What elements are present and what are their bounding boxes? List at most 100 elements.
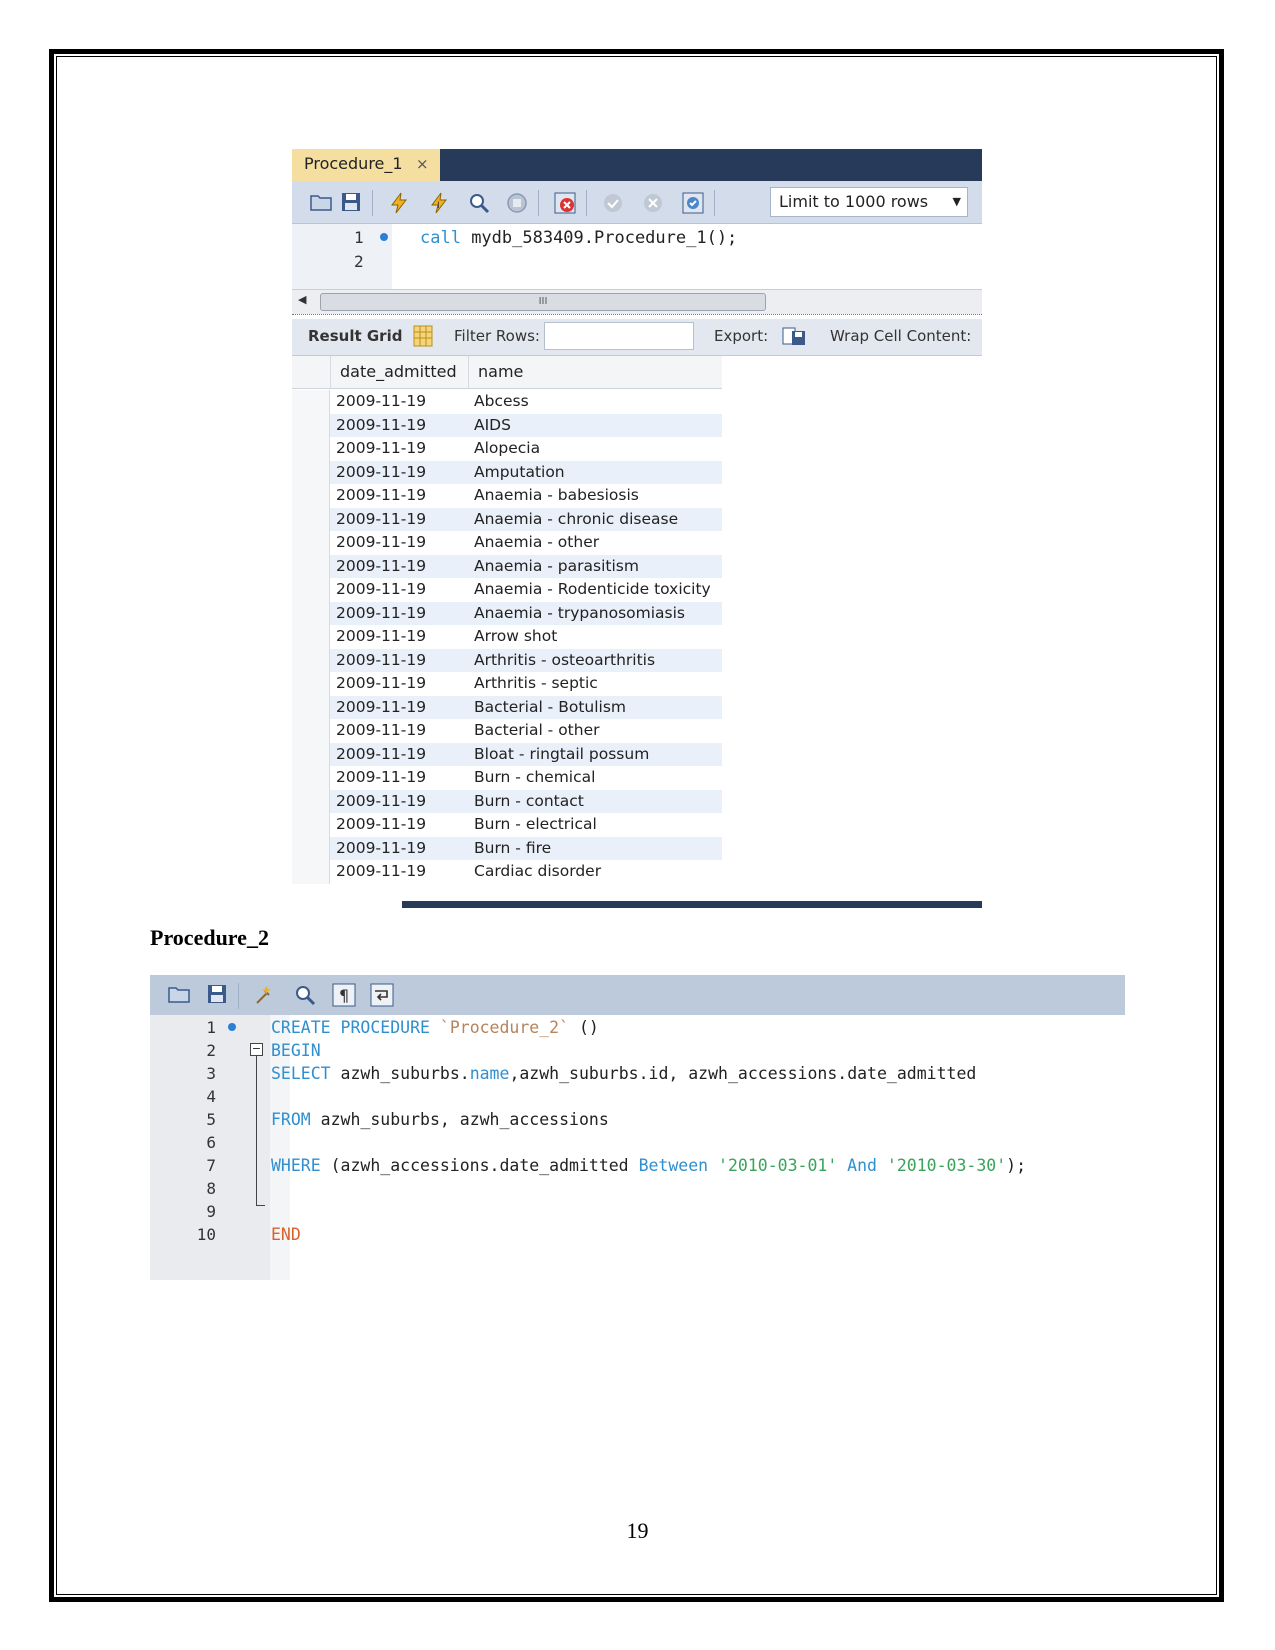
cell-name[interactable]: Anaemia - Rodenticide toxicity [474,578,711,601]
filter-rows-input[interactable] [544,322,694,350]
cell-date-admitted[interactable]: 2009-11-19 [336,602,426,625]
cell-date-admitted[interactable]: 2009-11-19 [336,743,426,766]
cell-date-admitted[interactable]: 2009-11-19 [336,390,426,413]
table-row[interactable]: 2009-11-19 Anaemia - parasitism [292,554,722,578]
cell-name[interactable]: Burn - contact [474,790,584,813]
cell-name[interactable]: Anaemia - parasitism [474,555,639,578]
table-row[interactable]: 2009-11-19 Burn - fire [292,836,722,860]
column-header[interactable]: name [478,362,523,381]
table-row[interactable]: 2009-11-19 Arthritis - osteoarthritis [292,648,722,672]
close-icon[interactable]: × [416,149,429,179]
cell-name[interactable]: Burn - chemical [474,766,595,789]
cell-name[interactable]: Bacterial - Botulism [474,696,626,719]
find-icon[interactable] [294,984,316,1006]
folder-icon[interactable] [310,192,332,214]
row-selector[interactable] [292,719,330,743]
cell-name[interactable]: Alopecia [474,437,540,460]
result-grid-tab[interactable]: Result Grid [308,327,402,345]
row-selector[interactable] [292,742,330,766]
scroll-left-icon[interactable]: ◀ [298,293,306,306]
save-icon[interactable] [340,192,362,214]
table-row[interactable]: 2009-11-19 Arthritis - septic [292,672,722,696]
cell-date-admitted[interactable]: 2009-11-19 [336,508,426,531]
cell-name[interactable]: AIDS [474,414,511,437]
cell-date-admitted[interactable]: 2009-11-19 [336,649,426,672]
cell-name[interactable]: Burn - fire [474,837,551,860]
cell-name[interactable]: Arthritis - osteoarthritis [474,649,655,672]
table-row[interactable]: 2009-11-19 Bacterial - Botulism [292,695,722,719]
row-selector[interactable] [292,460,330,484]
cell-date-admitted[interactable]: 2009-11-19 [336,813,426,836]
save-icon[interactable] [206,984,228,1006]
table-row[interactable]: 2009-11-19 Burn - chemical [292,766,722,790]
cell-date-admitted[interactable]: 2009-11-19 [336,531,426,554]
table-row[interactable]: 2009-11-19 Anaemia - other [292,531,722,555]
cell-date-admitted[interactable]: 2009-11-19 [336,461,426,484]
cell-name[interactable]: Amputation [474,461,565,484]
cell-date-admitted[interactable]: 2009-11-19 [336,696,426,719]
row-selector[interactable] [292,413,330,437]
cell-name[interactable]: Arrow shot [474,625,557,648]
row-selector[interactable] [292,860,330,884]
row-selector[interactable] [292,507,330,531]
commit-icon[interactable] [602,192,624,214]
wrap-icon[interactable] [370,983,394,1007]
fold-toggle-icon[interactable]: − [250,1043,263,1056]
row-selector[interactable] [292,578,330,602]
row-selector[interactable] [292,484,330,508]
cell-date-admitted[interactable]: 2009-11-19 [336,790,426,813]
row-selector[interactable] [292,836,330,860]
table-row[interactable]: 2009-11-19 Anaemia - Rodenticide toxicity [292,578,722,602]
explain-icon[interactable] [468,192,490,214]
cell-name[interactable]: Anaemia - trypanosomiasis [474,602,685,625]
limit-rows-select[interactable]: Limit to 1000 rows ▼ [770,187,968,217]
table-row[interactable]: 2009-11-19 Bacterial - other [292,719,722,743]
rollback-icon[interactable] [642,192,664,214]
cell-name[interactable]: Cardiac disorder [474,860,601,883]
row-selector[interactable] [292,813,330,837]
stop-icon[interactable] [506,192,528,214]
autocommit-icon[interactable] [682,192,704,214]
cell-name[interactable]: Anaemia - babesiosis [474,484,639,507]
execute-current-icon[interactable]: I [428,192,450,214]
scroll-thumb[interactable]: III [320,293,766,311]
table-row[interactable]: 2009-11-19 Burn - contact [292,789,722,813]
beautify-icon[interactable] [254,984,276,1006]
cell-name[interactable]: Burn - electrical [474,813,597,836]
cell-date-admitted[interactable]: 2009-11-19 [336,672,426,695]
folder-icon[interactable] [168,984,190,1006]
table-row[interactable]: 2009-11-19 AIDS [292,413,722,437]
cell-date-admitted[interactable]: 2009-11-19 [336,860,426,883]
table-row[interactable]: 2009-11-19 Amputation [292,460,722,484]
sql-editor[interactable]: 1 2 call mydb_583409.Procedure_1(); [292,224,982,289]
row-selector[interactable] [292,766,330,790]
cell-name[interactable]: Abcess [474,390,529,413]
table-row[interactable]: 2009-11-19 Alopecia [292,437,722,461]
cell-name[interactable]: Anaemia - chronic disease [474,508,678,531]
export-icon[interactable] [782,325,805,347]
cell-name[interactable]: Bacterial - other [474,719,600,742]
execute-icon[interactable] [388,192,410,214]
row-selector[interactable] [292,625,330,649]
tab-procedure-1[interactable]: Procedure_1 × [292,149,440,181]
table-row[interactable]: 2009-11-19 Cardiac disorder [292,860,722,884]
cell-date-admitted[interactable]: 2009-11-19 [336,837,426,860]
row-selector[interactable] [292,390,330,414]
table-row[interactable]: 2009-11-19 Anaemia - trypanosomiasis [292,601,722,625]
grid-icon[interactable] [412,325,434,347]
row-selector[interactable] [292,554,330,578]
cell-name[interactable]: Arthritis - septic [474,672,598,695]
row-selector[interactable] [292,601,330,625]
row-selector[interactable] [292,789,330,813]
table-row[interactable]: 2009-11-19 Arrow shot [292,625,722,649]
cell-date-admitted[interactable]: 2009-11-19 [336,484,426,507]
cell-date-admitted[interactable]: 2009-11-19 [336,719,426,742]
cell-date-admitted[interactable]: 2009-11-19 [336,437,426,460]
cell-name[interactable]: Anaemia - other [474,531,599,554]
cell-date-admitted[interactable]: 2009-11-19 [336,555,426,578]
cell-date-admitted[interactable]: 2009-11-19 [336,625,426,648]
table-row[interactable]: 2009-11-19 Burn - electrical [292,813,722,837]
table-row[interactable]: 2009-11-19 Abcess [292,390,722,414]
cell-date-admitted[interactable]: 2009-11-19 [336,414,426,437]
cell-name[interactable]: Bloat - ringtail possum [474,743,649,766]
